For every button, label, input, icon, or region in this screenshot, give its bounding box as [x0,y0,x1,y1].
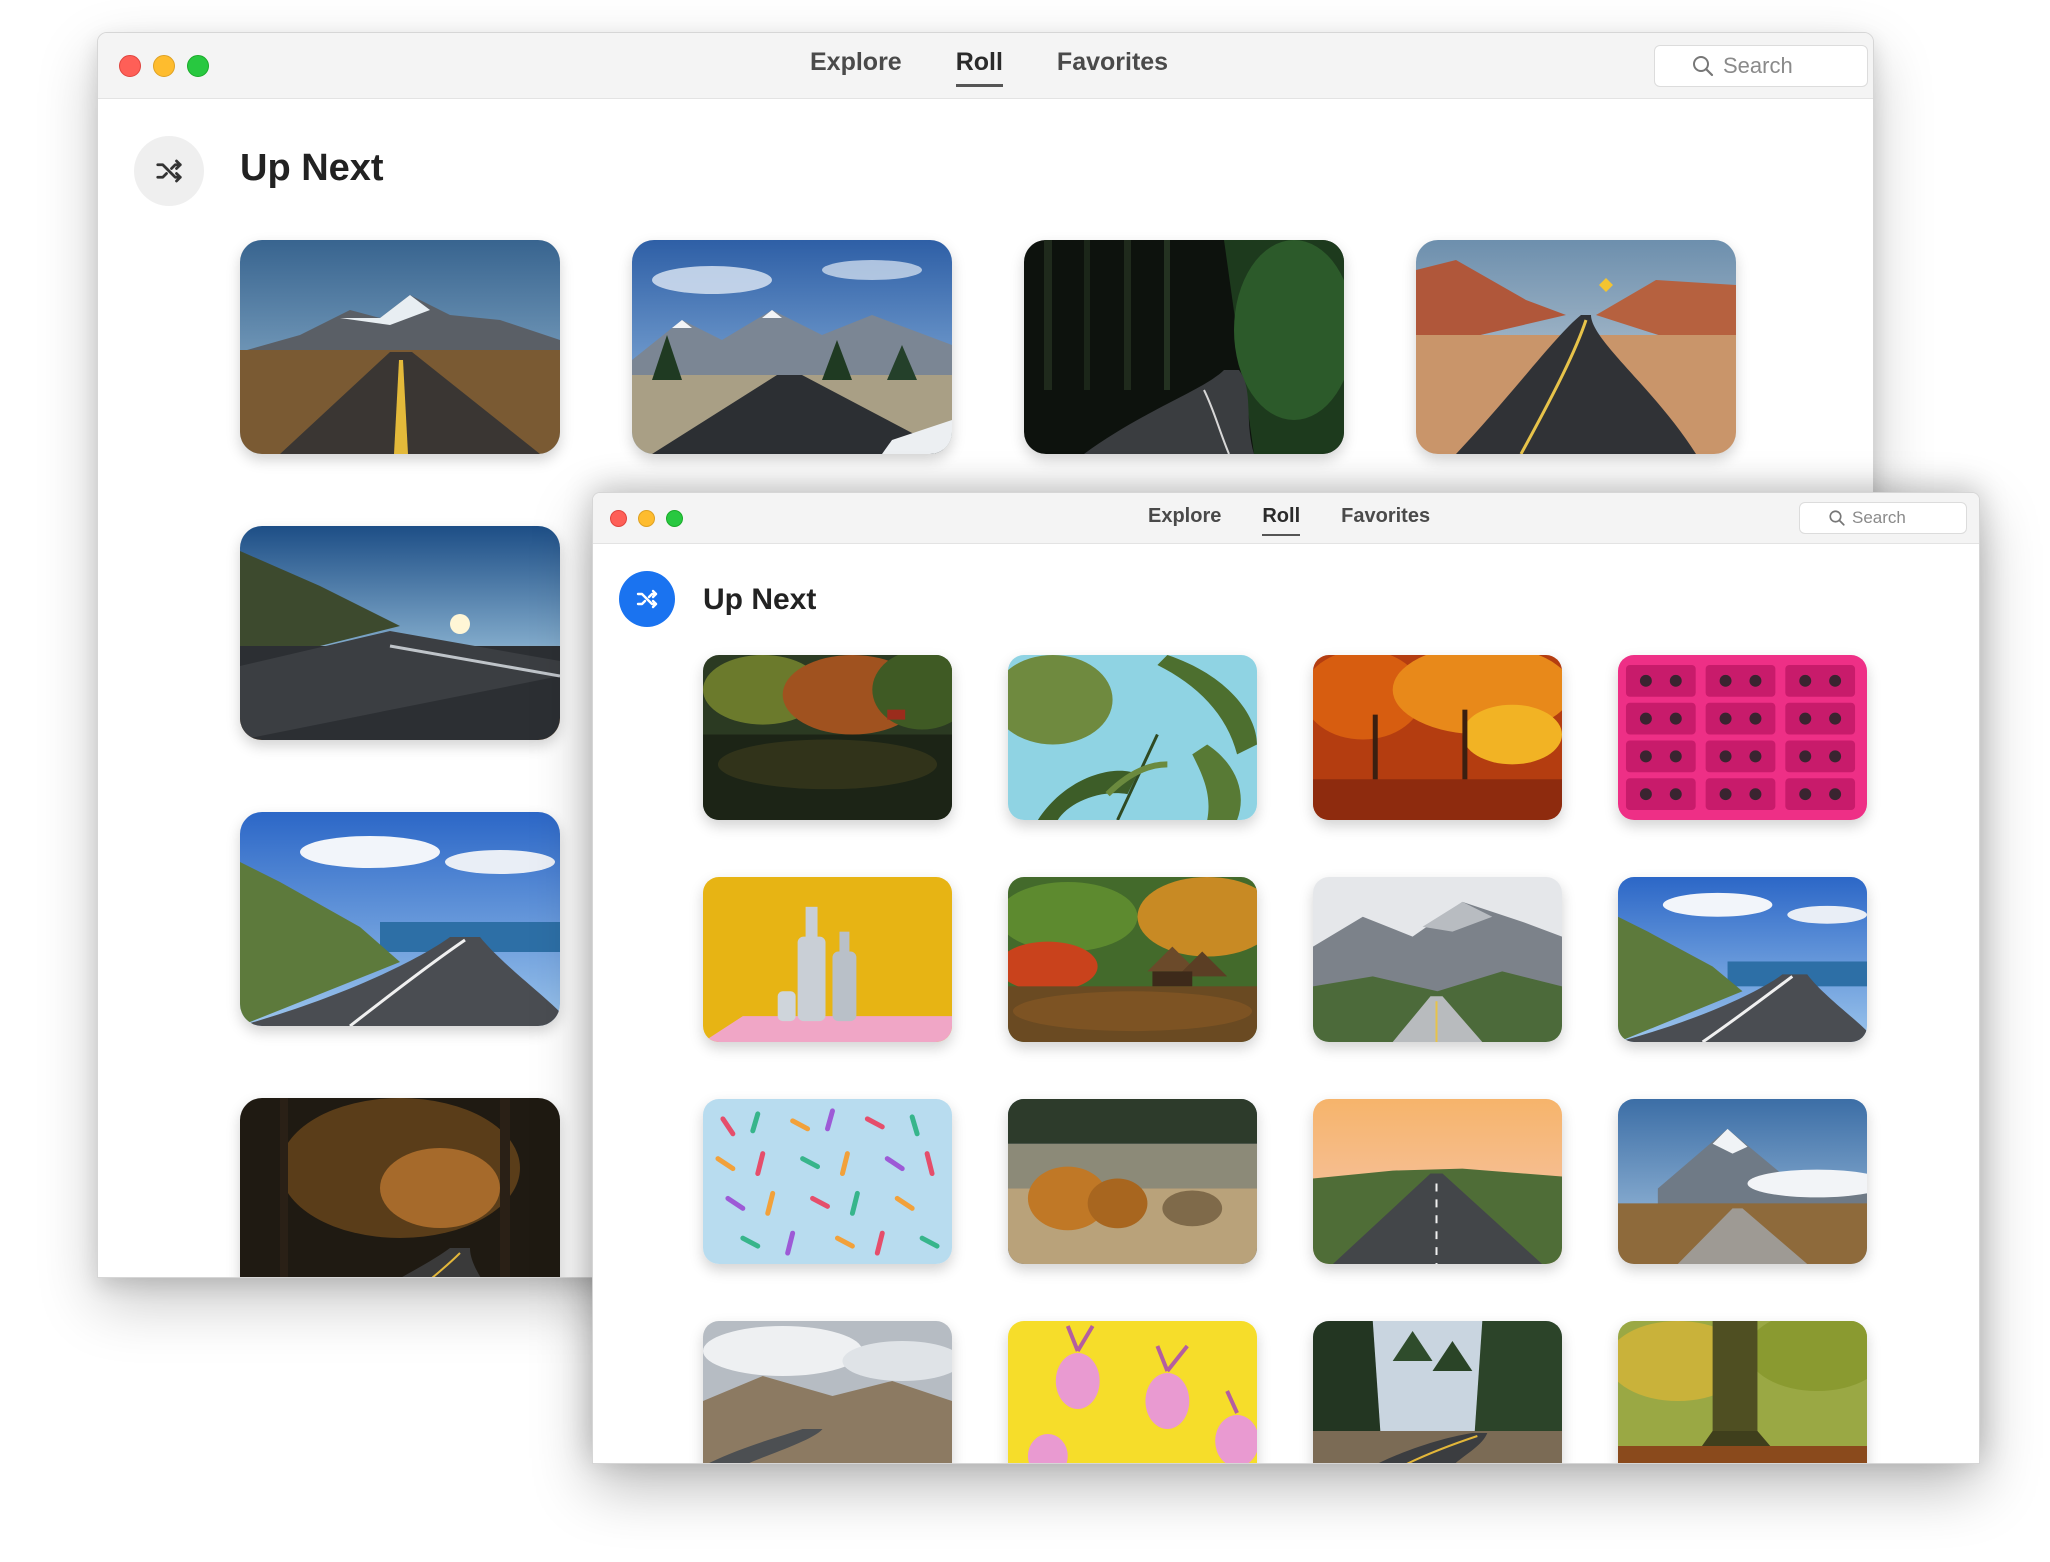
shuffle-icon [636,589,658,609]
search-icon [1693,56,1714,77]
section-title: Up Next [703,583,817,616]
front-tab-bar: Explore Roll Favorites [1148,505,1430,536]
search-input[interactable]: Search [1799,502,1967,534]
photo-pink-cassette-tapes[interactable] [1618,655,1867,820]
photo-road-pine-forest[interactable] [1313,1321,1562,1463]
photo-road-mountain-valley[interactable] [1313,877,1562,1042]
shuffle-button[interactable] [134,136,204,206]
photo-colorful-clothespins[interactable] [703,1099,952,1264]
tab-favorites[interactable]: Favorites [1341,505,1430,533]
photo-forest-big-tree[interactable] [1618,1321,1867,1463]
photo-road-mountains-desert[interactable] [240,240,560,454]
tab-explore[interactable]: Explore [1148,505,1221,533]
search-placeholder: Search [1723,53,1793,78]
front-window: Explore Roll Favorites Search Up Next [592,492,1980,1464]
photo-road-rocky-hills-clouds[interactable] [703,1321,952,1463]
search-placeholder: Search [1852,508,1906,527]
close-button[interactable] [119,55,141,77]
tab-roll[interactable]: Roll [955,48,1004,87]
photo-pink-pineapples-yellow[interactable] [1008,1321,1257,1463]
photo-road-coast-sea[interactable] [1618,877,1867,1042]
close-button[interactable] [610,510,627,527]
photo-tropical-leaves-blue[interactable] [1008,655,1257,820]
tab-explore[interactable]: Explore [810,48,902,83]
back-tab-bar: Explore Roll Favorites [810,48,1168,87]
minimize-button[interactable] [638,510,655,527]
photo-autumn-lake-reflection[interactable] [703,655,952,820]
photo-autumn-lake-huts[interactable] [1008,877,1257,1042]
tab-favorites[interactable]: Favorites [1057,48,1168,83]
photo-road-snowy-mountains-pines[interactable] [632,240,952,454]
search-input[interactable]: Search [1654,45,1868,87]
photo-road-sunset-hills[interactable] [240,526,560,740]
search-icon [1829,510,1845,526]
back-titlebar: Explore Roll Favorites Search [98,33,1873,99]
photo-autumn-shrubs-field[interactable] [1008,1099,1257,1264]
maximize-button[interactable] [666,510,683,527]
section-title: Up Next [240,147,384,189]
shuffle-button[interactable] [619,571,675,627]
photo-autumn-red-trees[interactable] [1313,655,1562,820]
photo-road-autumn-forest[interactable] [240,1098,560,1277]
photo-road-coast-sea[interactable] [240,812,560,1026]
tab-roll[interactable]: Roll [1262,505,1300,536]
photo-road-peach-sky[interactable] [1313,1099,1562,1264]
front-titlebar: Explore Roll Favorites Search [593,493,1979,544]
photo-white-bottles-yellow[interactable] [703,877,952,1042]
photo-road-snowy-peak-clouds[interactable] [1618,1099,1867,1264]
photo-road-dark-forest[interactable] [1024,240,1344,454]
maximize-button[interactable] [187,55,209,77]
minimize-button[interactable] [153,55,175,77]
photo-road-red-desert-canyon[interactable] [1416,240,1736,454]
shuffle-icon [156,159,182,183]
